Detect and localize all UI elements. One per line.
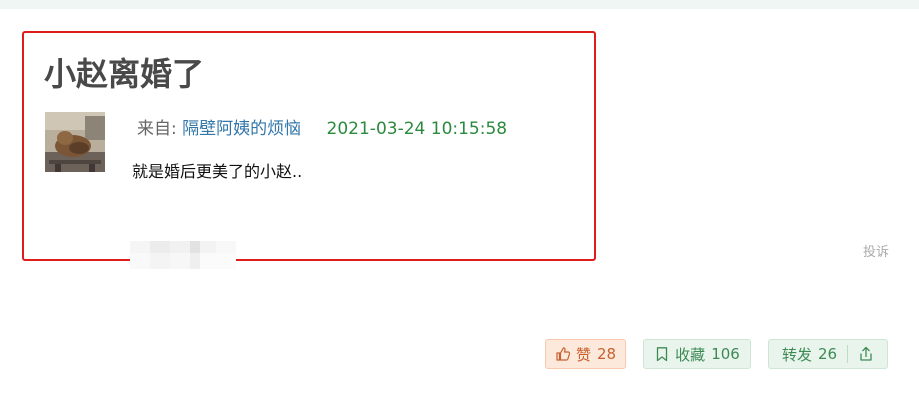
avatar-image: [45, 112, 105, 172]
share-icon: [860, 346, 872, 361]
external-share-button[interactable]: [858, 346, 874, 362]
report-link[interactable]: 投诉: [863, 241, 889, 260]
share-count: 26: [817, 345, 838, 363]
author-link[interactable]: 隔壁阿姨的烦恼: [182, 119, 301, 139]
like-label: 赞: [575, 345, 591, 364]
post-title: 小赵离婚了: [44, 55, 205, 93]
post-meta: 来自: 隔壁阿姨的烦恼 2021-03-24 10:15:58: [137, 117, 507, 141]
top-strip: [0, 0, 919, 9]
favorite-button[interactable]: 收藏 106: [643, 339, 751, 369]
share-button[interactable]: 转发 26: [768, 339, 888, 369]
blurred-content: [130, 241, 236, 269]
favorite-count: 106: [711, 345, 740, 363]
from-label: 来自:: [137, 119, 177, 139]
thumbs-up-icon: [556, 347, 571, 361]
share-divider: [847, 345, 849, 363]
post-timestamp: 2021-03-24 10:15:58: [326, 119, 508, 139]
favorite-label: 收藏: [675, 345, 706, 364]
like-button[interactable]: 赞 28: [545, 339, 626, 369]
avatar[interactable]: [45, 112, 105, 172]
like-count: 28: [596, 345, 617, 363]
share-label: 转发: [781, 345, 812, 364]
bookmark-icon: [657, 347, 668, 362]
post-body: 就是婚后更美了的小赵..: [132, 162, 303, 181]
